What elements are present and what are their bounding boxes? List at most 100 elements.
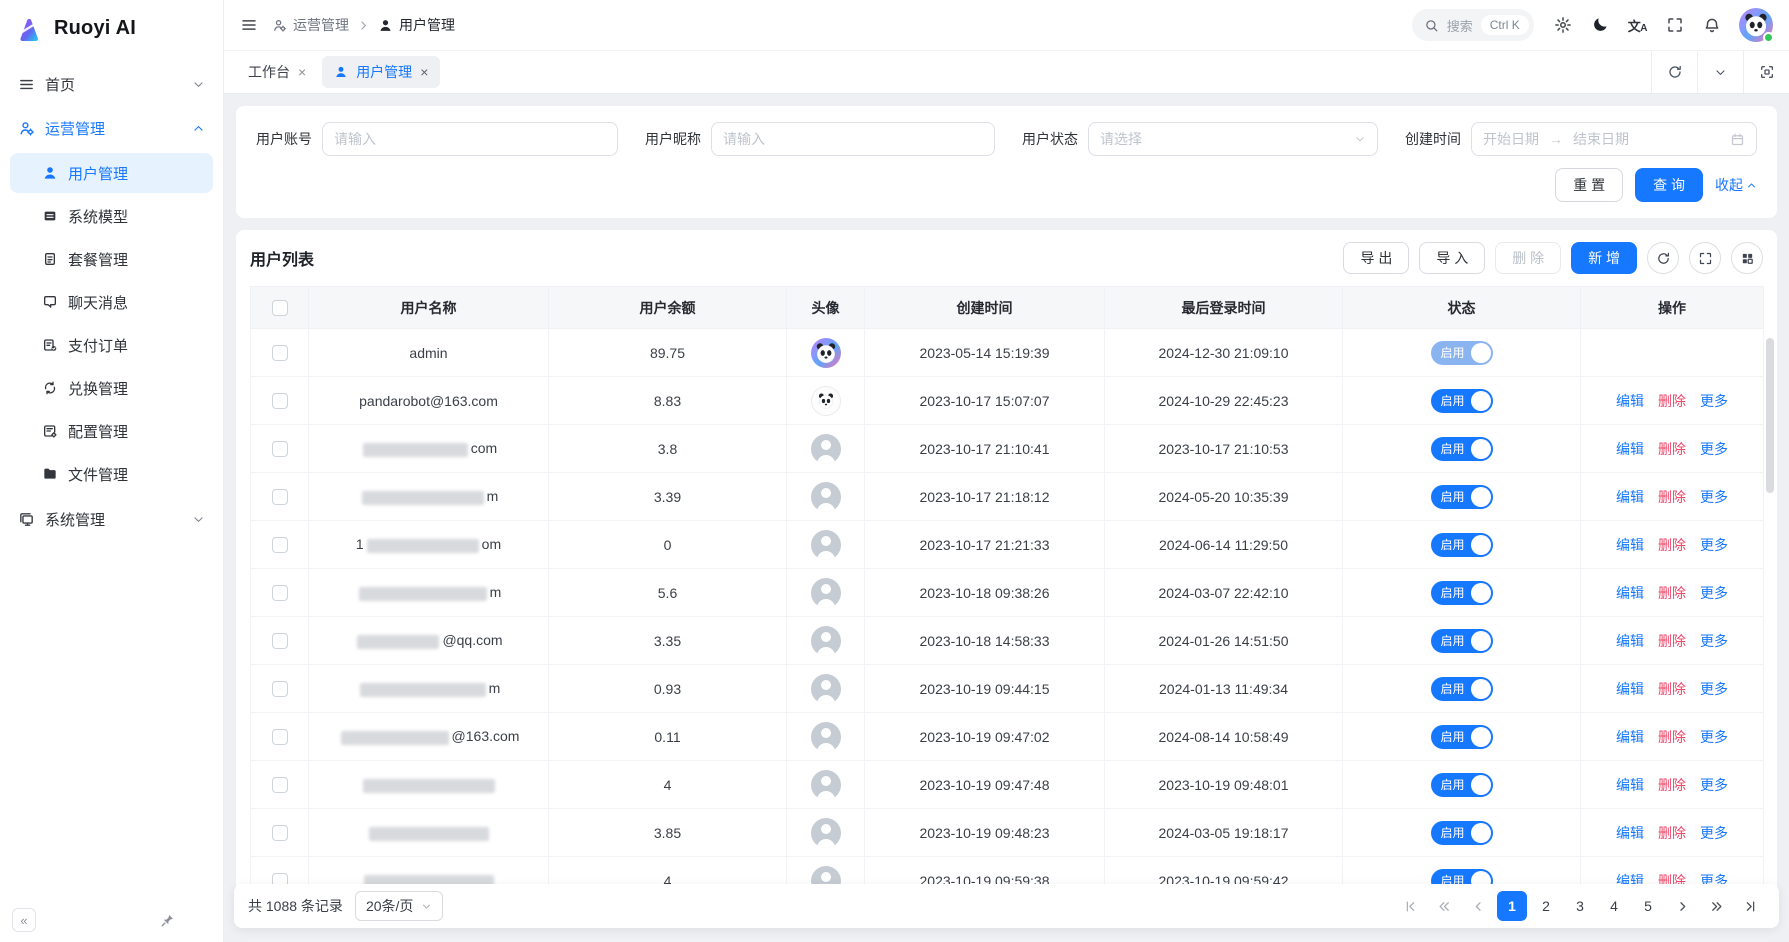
page-button-5[interactable]: 5 <box>1633 891 1663 921</box>
status-toggle[interactable]: 启用 <box>1431 725 1493 749</box>
edit-link[interactable]: 编辑 <box>1616 537 1644 553</box>
more-link[interactable]: 更多 <box>1700 393 1728 409</box>
hamburger-icon[interactable] <box>240 16 258 34</box>
table-fullscreen-icon[interactable] <box>1689 242 1721 274</box>
tab-workbench[interactable]: 工作台 × <box>236 56 318 88</box>
row-checkbox[interactable] <box>272 441 288 457</box>
table-scrollbar[interactable] <box>1766 338 1774 493</box>
language-icon[interactable]: 文A <box>1628 16 1647 35</box>
status-toggle[interactable]: 启用 <box>1431 437 1493 461</box>
more-link[interactable]: 更多 <box>1700 681 1728 697</box>
sidebar-item-3[interactable]: 聊天消息 <box>10 282 213 322</box>
more-link[interactable]: 更多 <box>1700 825 1728 841</box>
row-checkbox[interactable] <box>272 345 288 361</box>
more-link[interactable]: 更多 <box>1700 585 1728 601</box>
refresh-tab-icon[interactable] <box>1651 51 1697 93</box>
delete-button[interactable]: 删 除 <box>1495 242 1561 274</box>
content-fullscreen-icon[interactable] <box>1743 51 1789 93</box>
page-button-3[interactable]: 3 <box>1565 891 1595 921</box>
close-icon[interactable]: × <box>298 65 306 79</box>
page-size-select[interactable]: 20条/页 <box>355 891 443 921</box>
delete-link[interactable]: 删除 <box>1658 441 1686 457</box>
sidebar-item-5[interactable]: 兑换管理 <box>10 368 213 408</box>
import-button[interactable]: 导 入 <box>1419 242 1485 274</box>
row-checkbox[interactable] <box>272 537 288 553</box>
more-link[interactable]: 更多 <box>1700 633 1728 649</box>
status-toggle[interactable]: 启用 <box>1431 677 1493 701</box>
fullscreen-icon[interactable] <box>1666 16 1684 34</box>
edit-link[interactable]: 编辑 <box>1616 681 1644 697</box>
column-settings-icon[interactable] <box>1731 242 1763 274</box>
sidebar-collapse-button[interactable]: « <box>12 908 36 932</box>
row-checkbox[interactable] <box>272 633 288 649</box>
delete-link[interactable]: 删除 <box>1658 633 1686 649</box>
global-search[interactable]: 搜索 Ctrl K <box>1412 9 1534 41</box>
status-toggle[interactable]: 启用 <box>1431 389 1493 413</box>
breadcrumb-users[interactable]: 用户管理 <box>378 15 455 35</box>
account-input[interactable] <box>322 122 618 156</box>
sidebar-item-2[interactable]: 套餐管理 <box>10 239 213 279</box>
page-button-2[interactable]: 2 <box>1531 891 1561 921</box>
export-button[interactable]: 导 出 <box>1343 242 1409 274</box>
row-checkbox[interactable] <box>272 777 288 793</box>
more-link[interactable]: 更多 <box>1700 441 1728 457</box>
status-toggle[interactable]: 启用 <box>1431 581 1493 605</box>
add-button[interactable]: 新 增 <box>1571 242 1637 274</box>
fast-back-button[interactable] <box>1429 891 1459 921</box>
page-button-1[interactable]: 1 <box>1497 891 1527 921</box>
prev-page-button[interactable] <box>1463 891 1493 921</box>
edit-link[interactable]: 编辑 <box>1616 777 1644 793</box>
delete-link[interactable]: 删除 <box>1658 393 1686 409</box>
edit-link[interactable]: 编辑 <box>1616 585 1644 601</box>
row-checkbox[interactable] <box>272 729 288 745</box>
nickname-input[interactable] <box>711 122 995 156</box>
row-checkbox[interactable] <box>272 393 288 409</box>
delete-link[interactable]: 删除 <box>1658 585 1686 601</box>
tab-user-management[interactable]: 用户管理 × <box>322 56 440 88</box>
row-checkbox[interactable] <box>272 681 288 697</box>
status-toggle[interactable]: 启用 <box>1431 341 1493 365</box>
edit-link[interactable]: 编辑 <box>1616 441 1644 457</box>
sidebar-item-4[interactable]: 支付订单 <box>10 325 213 365</box>
more-link[interactable]: 更多 <box>1700 729 1728 745</box>
edit-link[interactable]: 编辑 <box>1616 393 1644 409</box>
tab-menu-chevron-icon[interactable] <box>1697 51 1743 93</box>
delete-link[interactable]: 删除 <box>1658 489 1686 505</box>
breadcrumb-operations[interactable]: 运营管理 <box>272 15 349 35</box>
status-toggle[interactable]: 启用 <box>1431 485 1493 509</box>
row-checkbox[interactable] <box>272 585 288 601</box>
last-page-button[interactable] <box>1735 891 1765 921</box>
sidebar-item-1[interactable]: 系统模型 <box>10 196 213 236</box>
delete-link[interactable]: 删除 <box>1658 681 1686 697</box>
edit-link[interactable]: 编辑 <box>1616 825 1644 841</box>
settings-gear-icon[interactable] <box>1554 16 1572 34</box>
delete-link[interactable]: 删除 <box>1658 825 1686 841</box>
collapse-filters-link[interactable]: 收起 <box>1715 175 1757 195</box>
status-toggle[interactable]: 启用 <box>1431 533 1493 557</box>
row-checkbox[interactable] <box>272 825 288 841</box>
notifications-bell-icon[interactable] <box>1703 16 1721 34</box>
delete-link[interactable]: 删除 <box>1658 729 1686 745</box>
delete-link[interactable]: 删除 <box>1658 537 1686 553</box>
edit-link[interactable]: 编辑 <box>1616 729 1644 745</box>
edit-link[interactable]: 编辑 <box>1616 633 1644 649</box>
status-toggle[interactable]: 启用 <box>1431 773 1493 797</box>
select-all-checkbox[interactable] <box>272 300 288 316</box>
next-page-button[interactable] <box>1667 891 1697 921</box>
sidebar-group-system[interactable]: 系统管理 <box>10 497 213 541</box>
close-icon[interactable]: × <box>420 65 428 79</box>
dark-mode-moon-icon[interactable] <box>1591 16 1609 34</box>
sidebar-group-operations[interactable]: 运营管理 <box>10 106 213 150</box>
sidebar-item-6[interactable]: 配置管理 <box>10 411 213 451</box>
sidebar-item-0[interactable]: 用户管理 <box>10 153 213 193</box>
row-checkbox[interactable] <box>272 489 288 505</box>
status-select[interactable]: 请选择 <box>1088 122 1378 156</box>
more-link[interactable]: 更多 <box>1700 489 1728 505</box>
search-button[interactable]: 查 询 <box>1635 168 1703 202</box>
more-link[interactable]: 更多 <box>1700 777 1728 793</box>
delete-link[interactable]: 删除 <box>1658 777 1686 793</box>
first-page-button[interactable] <box>1395 891 1425 921</box>
reset-button[interactable]: 重 置 <box>1555 168 1623 202</box>
edit-link[interactable]: 编辑 <box>1616 489 1644 505</box>
status-toggle[interactable]: 启用 <box>1431 821 1493 845</box>
